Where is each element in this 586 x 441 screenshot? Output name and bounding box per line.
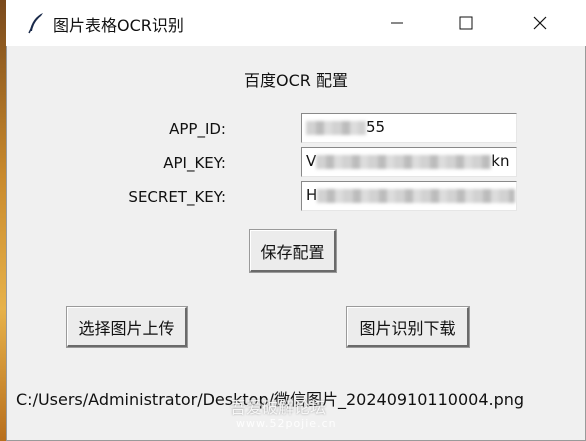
api-key-label: API_KEY: (163, 154, 226, 172)
api-key-value-end: kn (491, 152, 510, 170)
recognize-download-button[interactable]: 图片识别下载 (346, 306, 470, 348)
feather-icon (24, 11, 48, 35)
secret-key-label: SECRET_KEY: (128, 188, 226, 206)
title-bar[interactable]: 图片表格OCR识别 (6, 0, 586, 46)
close-icon[interactable] (517, 0, 563, 46)
secret-key-value-start: H (306, 186, 318, 204)
select-image-button[interactable]: 选择图片上传 (66, 306, 188, 348)
api-key-input[interactable]: Vkn (301, 147, 517, 177)
app-id-input[interactable]: 55 (301, 113, 517, 143)
app-id-value: 55 (366, 118, 386, 136)
window-title: 图片表格OCR识别 (53, 16, 184, 35)
secret-key-input[interactable]: H (301, 181, 517, 211)
config-heading: 百度OCR 配置 (244, 71, 348, 90)
watermark-url: www.52pojie.cn (236, 417, 337, 430)
save-config-button[interactable]: 保存配置 (249, 229, 337, 273)
minimize-icon[interactable] (374, 0, 420, 46)
api-key-value-start: V (306, 152, 317, 170)
watermark-text: 吾爱破解论坛 (230, 398, 327, 417)
app-id-label: APP_ID: (169, 120, 226, 138)
maximize-icon[interactable] (443, 0, 489, 46)
app-window: 图片表格OCR识别 百度OCR 配置 APP_ID: 55 API_KEY: V… (6, 0, 586, 441)
